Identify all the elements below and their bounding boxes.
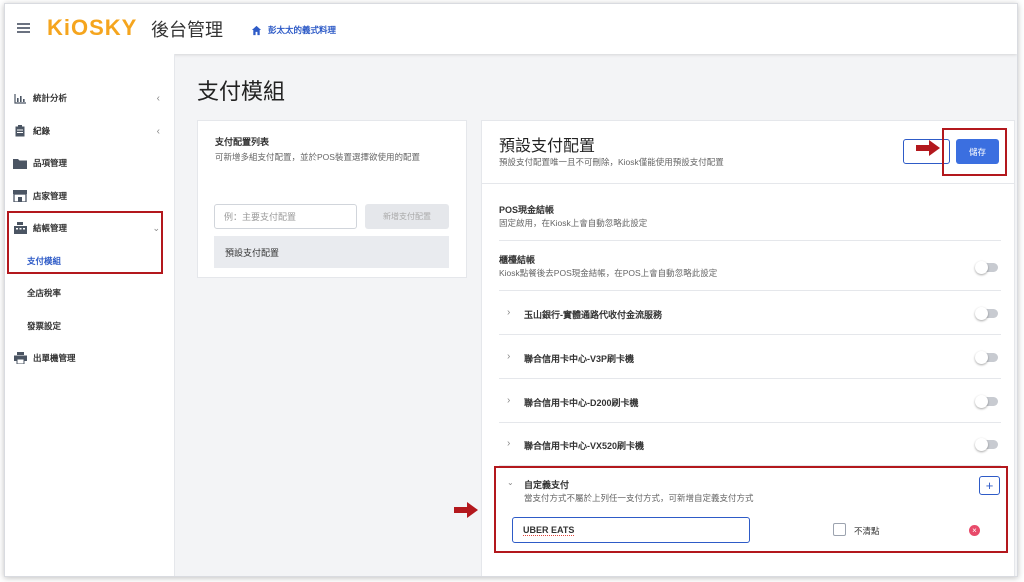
row-description: Kiosk點餐後去POS現金結帳，在POS上會自動忽略此設定 bbox=[499, 268, 718, 278]
no-count-checkbox[interactable] bbox=[833, 523, 846, 536]
counter-toggle[interactable] bbox=[975, 261, 998, 274]
store-link[interactable]: 彭太太的義式料理 bbox=[251, 24, 336, 36]
store-icon bbox=[13, 190, 27, 202]
folder-icon bbox=[13, 158, 27, 169]
payment-group-row[interactable]: › 聯合信用卡中心-VX520刷卡機 bbox=[499, 423, 1001, 466]
arrow-right-icon bbox=[454, 502, 478, 518]
row-title: 櫃檯結帳 bbox=[499, 255, 536, 265]
custom-payment-row: ⌄ 自定義支付 當支付方式不屬於上列任一支付方式，可新增自定義支付方式 bbox=[499, 467, 1001, 557]
sidebar-subitem-invoice-settings[interactable]: 發票設定 bbox=[5, 310, 174, 342]
sidebar-item-label: 店家管理 bbox=[33, 191, 68, 201]
chevron-left-icon: ‹ bbox=[156, 125, 160, 137]
row-description: 固定啟用，在Kiosk上會自動忽略此設定 bbox=[499, 218, 648, 228]
brand-logo: KiOSKY bbox=[47, 15, 138, 40]
save-button[interactable]: 儲存 bbox=[956, 139, 999, 164]
card-title: 支付配置列表 bbox=[215, 137, 270, 147]
row-title: 聯合信用卡中心-V3P刷卡機 bbox=[524, 354, 635, 364]
sidebar-item-label: 出單機管理 bbox=[33, 353, 76, 363]
remove-icon[interactable]: × bbox=[969, 525, 980, 536]
sidebar-item-checkout[interactable]: 結帳管理 ⌄ bbox=[5, 212, 174, 244]
sidebar-item-label: 品項管理 bbox=[33, 158, 68, 168]
add-config-button[interactable]: 新增支付配置 bbox=[365, 204, 449, 229]
group2-toggle[interactable] bbox=[975, 351, 998, 364]
sidebar-item-products[interactable]: 品項管理 bbox=[5, 147, 174, 179]
group1-toggle[interactable] bbox=[975, 307, 998, 320]
chevron-right-icon: › bbox=[507, 307, 511, 318]
sidebar: 統計分析 ‹ 紀錄 ‹ 品項管理 店家管理 結帳管理 ⌄ 支付模組 全店稅率 發… bbox=[5, 54, 175, 576]
card-description: 預設支付配置唯一且不可刪除，Kiosk僅能使用預設支付配置 bbox=[499, 157, 724, 167]
checkbox-label: 不清點 bbox=[854, 526, 880, 536]
group3-toggle[interactable] bbox=[975, 395, 998, 408]
input-value: UBER EATS bbox=[523, 524, 575, 536]
row-title: 自定義支付 bbox=[524, 480, 570, 490]
custom-payment-name-input[interactable]: UBER EATS bbox=[512, 517, 750, 543]
chevron-right-icon: › bbox=[507, 395, 511, 406]
arrow-right-icon bbox=[916, 140, 940, 156]
sidebar-item-analytics[interactable]: 統計分析 ‹ bbox=[5, 82, 174, 114]
app-title: 後台管理 bbox=[151, 20, 223, 40]
sidebar-item-label: 結帳管理 bbox=[33, 223, 68, 233]
chevron-down-icon[interactable]: ⌄ bbox=[507, 478, 514, 487]
divider bbox=[482, 183, 1014, 184]
sidebar-subitem-tax-rate[interactable]: 全店稅率 bbox=[5, 277, 174, 309]
counter-checkout-row: 櫃檯結帳 Kiosk點餐後去POS現金結帳，在POS上會自動忽略此設定 bbox=[499, 242, 1001, 291]
default-config-card: 預設支付配置 預設支付配置唯一且不可刪除，Kiosk僅能使用預設支付配置 儲存 … bbox=[481, 120, 1015, 576]
payment-group-row[interactable]: › 聯合信用卡中心-V3P刷卡機 bbox=[499, 336, 1001, 379]
bar-chart-icon bbox=[13, 93, 27, 104]
chevron-right-icon: › bbox=[507, 351, 511, 362]
cash-register-icon bbox=[13, 222, 27, 234]
sidebar-item-printer[interactable]: 出單機管理 bbox=[5, 342, 174, 374]
payment-group-row[interactable]: › 玉山銀行-實體通路代收付金流服務 bbox=[499, 292, 1001, 335]
row-title: POS現金結帳 bbox=[499, 205, 555, 215]
row-title: 聯合信用卡中心-VX520刷卡機 bbox=[524, 441, 645, 451]
list-item[interactable]: 預設支付配置 bbox=[214, 236, 449, 268]
chevron-down-icon: ⌄ bbox=[152, 222, 160, 233]
chevron-right-icon: › bbox=[507, 438, 511, 449]
chevron-left-icon: ‹ bbox=[156, 92, 160, 104]
payment-config-list-card: 支付配置列表 可新增多組支付配置，並於POS裝置選擇欲使用的配置 例：主要支付配… bbox=[197, 120, 467, 278]
card-description: 可新增多組支付配置，並於POS裝置選擇欲使用的配置 bbox=[215, 152, 420, 162]
store-name: 彭太太的義式料理 bbox=[268, 25, 337, 35]
sidebar-subitem-payment-module[interactable]: 支付模組 bbox=[5, 245, 174, 277]
home-icon bbox=[251, 25, 262, 35]
sidebar-item-store[interactable]: 店家管理 bbox=[5, 180, 174, 212]
payment-group-row[interactable]: › 聯合信用卡中心-D200刷卡機 bbox=[499, 380, 1001, 423]
app-window: KiOSKY 後台管理 彭太太的義式料理 統計分析 ‹ 紀錄 ‹ 品項管理 店家… bbox=[4, 3, 1018, 577]
row-description: 當支付方式不屬於上列任一支付方式，可新增自定義支付方式 bbox=[524, 493, 754, 503]
config-name-input[interactable]: 例：主要支付配置 bbox=[214, 204, 357, 229]
add-custom-payment-button[interactable]: + bbox=[979, 476, 1000, 495]
row-title: 聯合信用卡中心-D200刷卡機 bbox=[524, 398, 639, 408]
sidebar-item-records[interactable]: 紀錄 ‹ bbox=[5, 115, 174, 147]
card-title: 預設支付配置 bbox=[499, 138, 596, 155]
menu-icon[interactable] bbox=[17, 23, 30, 33]
printer-icon bbox=[13, 352, 27, 364]
sidebar-item-label: 紀錄 bbox=[33, 126, 51, 136]
page-title: 支付模組 bbox=[197, 79, 286, 104]
pos-cash-row: POS現金結帳 固定啟用，在Kiosk上會自動忽略此設定 bbox=[499, 193, 1001, 241]
top-header: KiOSKY 後台管理 彭太太的義式料理 bbox=[5, 4, 1017, 54]
row-title: 玉山銀行-實體通路代收付金流服務 bbox=[524, 310, 662, 320]
clipboard-icon bbox=[13, 125, 27, 137]
sidebar-item-label: 統計分析 bbox=[33, 93, 68, 103]
group4-toggle[interactable] bbox=[975, 438, 998, 451]
